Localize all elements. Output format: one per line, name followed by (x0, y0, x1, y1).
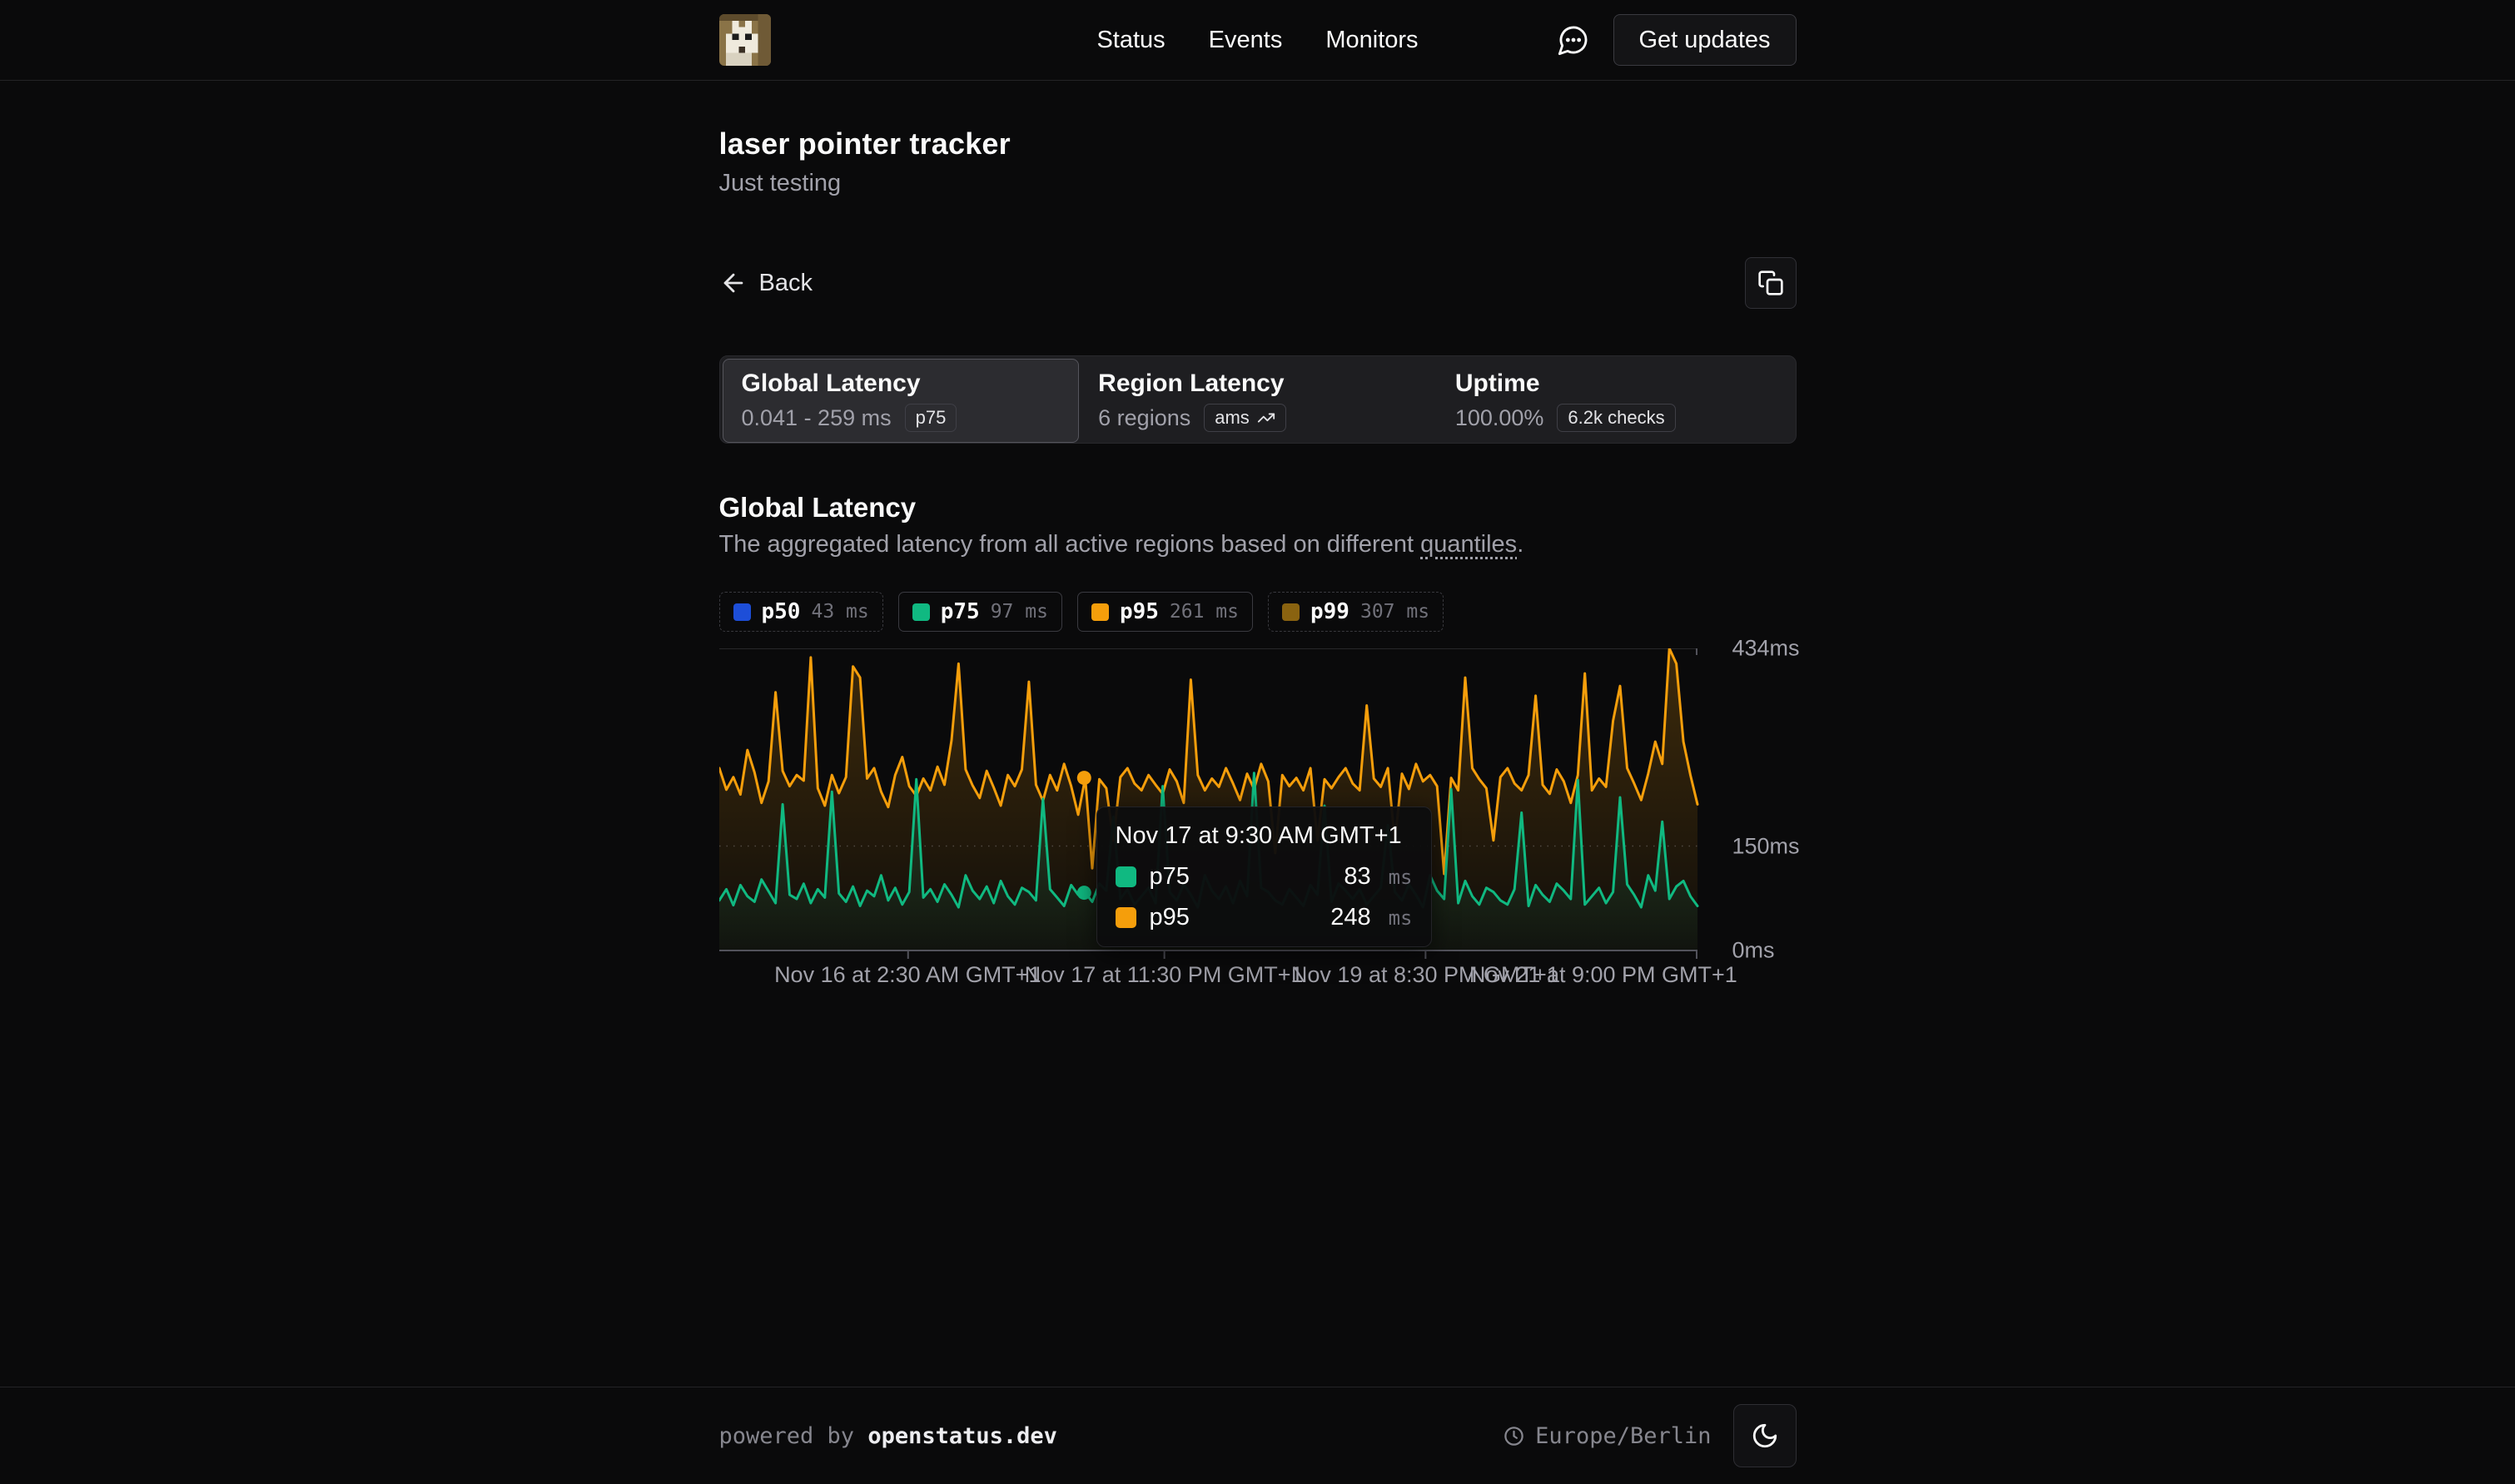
x-axis-label: Nov 16 at 2:30 AM GMT+1 (774, 962, 1041, 988)
region-badge: ams (1204, 404, 1286, 432)
tab-global-latency[interactable]: Global Latency 0.041 - 259 ms p75 (723, 359, 1080, 443)
x-axis-labels: Nov 16 at 2:30 AM GMT+1 Nov 17 at 11:30 … (719, 962, 1697, 995)
x-axis-label: Nov 17 at 11:30 PM GMT+1 (1025, 962, 1304, 988)
tab-value: 100.00% (1455, 405, 1544, 431)
copy-link-button[interactable] (1745, 257, 1797, 309)
back-button[interactable]: Back (719, 269, 813, 297)
powered-by: powered by openstatus.dev (719, 1423, 1057, 1449)
section-description: The aggregated latency from all active r… (719, 531, 1797, 558)
p99-swatch (1282, 603, 1300, 621)
moon-icon (1751, 1422, 1779, 1450)
openstatus-link[interactable]: openstatus.dev (867, 1423, 1057, 1449)
top-nav: Status Events Monitors Get updates (0, 0, 2515, 81)
clock-icon (1503, 1425, 1525, 1447)
nav-links: Status Events Monitors (1096, 27, 1418, 54)
tooltip-row-p95: p95 248 ms (1116, 904, 1413, 931)
tab-value: 0.041 - 259 ms (742, 405, 892, 431)
tab-value: 6 regions (1098, 405, 1190, 431)
metric-tabs: Global Latency 0.041 - 259 ms p75 Region… (719, 355, 1797, 444)
tab-uptime[interactable]: Uptime 100.00% 6.2k checks (1436, 359, 1793, 443)
y-axis-label: 150ms (1732, 833, 1800, 859)
legend-chip-p99[interactable]: p99 307 ms (1268, 592, 1444, 632)
section-title: Global Latency (719, 492, 1797, 524)
tooltip-row-p75: p75 83 ms (1116, 863, 1413, 891)
nav-link-events[interactable]: Events (1209, 27, 1283, 54)
message-circle-icon (1557, 23, 1590, 57)
theme-toggle-button[interactable] (1733, 1404, 1797, 1467)
page-title: laser pointer tracker (719, 127, 1797, 161)
footer: powered by openstatus.dev Europe/Berlin (0, 1387, 2515, 1484)
nav-link-monitors[interactable]: Monitors (1325, 27, 1418, 54)
quantile-legend: p50 43 ms p75 97 ms p95 261 ms p99 307 m… (719, 592, 1797, 632)
tab-label: Region Latency (1098, 370, 1417, 398)
y-axis-label: 0ms (1732, 938, 1775, 964)
x-axis-label: Nov 21 at 9:00 PM GMT+1 (1469, 962, 1737, 988)
copy-icon (1757, 270, 1784, 296)
p75-swatch (912, 603, 930, 621)
p95-swatch (1091, 603, 1109, 621)
timezone-display: Europe/Berlin (1503, 1423, 1711, 1449)
cat-logo-image (719, 14, 771, 66)
y-axis-label: 434ms (1732, 636, 1800, 662)
legend-chip-p75[interactable]: p75 97 ms (898, 592, 1062, 632)
trending-up-icon (1257, 409, 1275, 427)
feedback-button[interactable] (1557, 23, 1590, 57)
page-subtitle: Just testing (719, 170, 1797, 197)
tab-label: Global Latency (742, 370, 1061, 398)
tab-region-latency[interactable]: Region Latency 6 regions ams (1079, 359, 1436, 443)
latency-chart[interactable]: 434ms 150ms 0ms Nov 16 at 2:30 AM GMT+1 … (719, 648, 1797, 1006)
legend-chip-p50[interactable]: p50 43 ms (719, 592, 883, 632)
legend-chip-p95[interactable]: p95 261 ms (1077, 592, 1253, 632)
quantiles-link[interactable]: quantiles (1420, 531, 1517, 558)
p75-swatch (1116, 866, 1136, 887)
chart-tooltip: Nov 17 at 9:30 AM GMT+1 p75 83 ms p95 24… (1096, 807, 1432, 947)
p50-swatch (733, 603, 751, 621)
arrow-left-icon (719, 269, 748, 297)
p95-swatch (1116, 907, 1136, 928)
p75-badge: p75 (905, 404, 957, 432)
tooltip-timestamp: Nov 17 at 9:30 AM GMT+1 (1116, 822, 1413, 850)
back-label: Back (759, 270, 813, 297)
tab-label: Uptime (1455, 370, 1774, 398)
get-updates-button[interactable]: Get updates (1613, 14, 1797, 66)
status-page-logo[interactable] (719, 14, 771, 66)
nav-link-status[interactable]: Status (1096, 27, 1165, 54)
checks-badge: 6.2k checks (1557, 404, 1675, 432)
